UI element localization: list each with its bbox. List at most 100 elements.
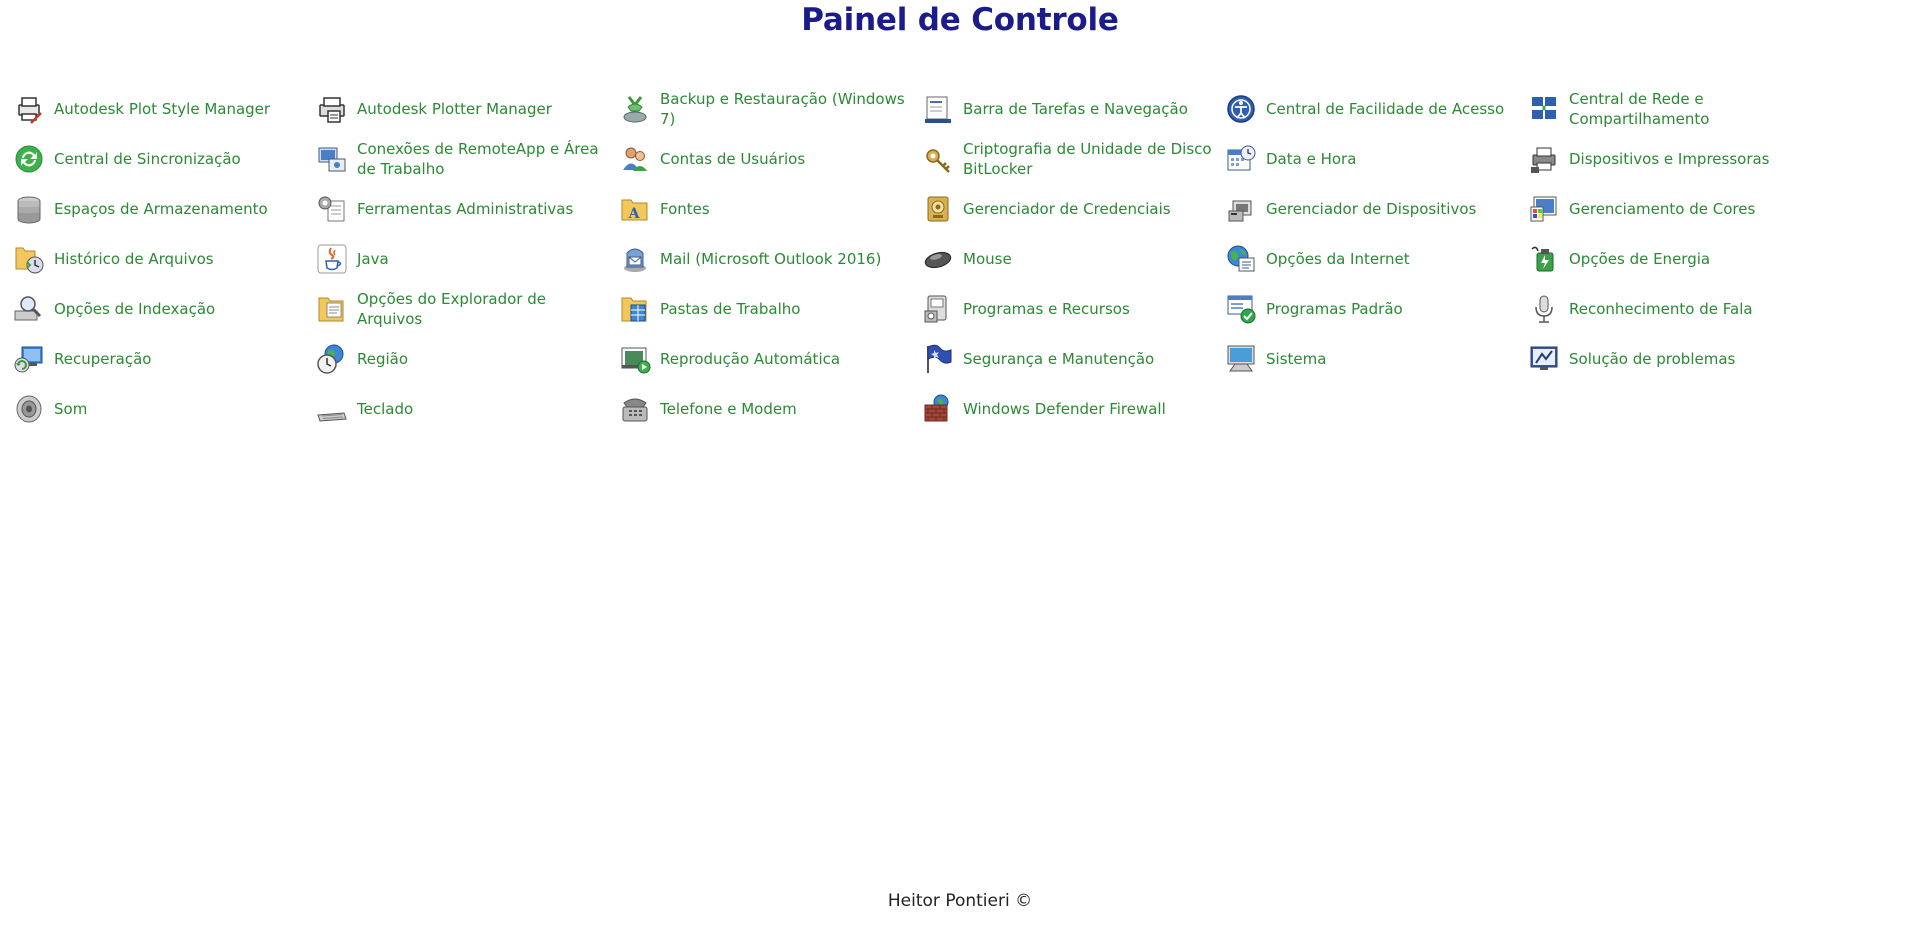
control-panel-item-label[interactable]: Data e Hora	[1266, 149, 1356, 169]
network-center-icon	[1527, 92, 1561, 126]
control-panel-item-label[interactable]: Barra de Tarefas e Navegação	[963, 99, 1188, 119]
control-panel-item-label[interactable]: Região	[357, 349, 408, 369]
control-panel-item-reconhecimento-de-fala[interactable]: Reconhecimento de Fala	[1527, 284, 1830, 334]
control-panel-item-label[interactable]: Histórico de Arquivos	[54, 249, 214, 269]
control-panel-item-ferramentas-administrativas[interactable]: Ferramentas Administrativas	[315, 184, 618, 234]
control-panel-item-label[interactable]: Gerenciamento de Cores	[1569, 199, 1755, 219]
control-panel-item-label[interactable]: Opções do Explorador de Arquivos	[357, 289, 608, 329]
control-panel-item-label[interactable]: Gerenciador de Credenciais	[963, 199, 1171, 219]
control-panel-item-dispositivos-e-impressoras[interactable]: Dispositivos e Impressoras	[1527, 134, 1830, 184]
control-panel-item-label[interactable]: Reprodução Automática	[660, 349, 840, 369]
control-panel-item-mouse[interactable]: Mouse	[921, 234, 1224, 284]
devices-printers-icon	[1527, 142, 1561, 176]
control-panel-item-central-de-facilidade-de-acesso[interactable]: Central de Facilidade de Acesso	[1224, 84, 1527, 134]
control-panel-item-label[interactable]: Backup e Restauração (Windows 7)	[660, 89, 911, 129]
control-panel-item-pastas-de-trabalho[interactable]: Pastas de Trabalho	[618, 284, 921, 334]
control-panel-item-autodesk-plot-style-manager[interactable]: Autodesk Plot Style Manager	[12, 84, 315, 134]
control-panel-item-backup-e-restauracao-windows-7[interactable]: Backup e Restauração (Windows 7)	[618, 84, 921, 134]
control-panel-item-fontes[interactable]: A Fontes	[618, 184, 921, 234]
control-panel-item-label[interactable]: Pastas de Trabalho	[660, 299, 800, 319]
control-panel-item-label[interactable]: Teclado	[357, 399, 413, 419]
control-panel-item-reproducao-automatica[interactable]: Reprodução Automática	[618, 334, 921, 384]
control-panel-item-contas-de-usuarios[interactable]: Contas de Usuários	[618, 134, 921, 184]
control-panel-item-label[interactable]: Segurança e Manutenção	[963, 349, 1154, 369]
control-panel-item-gerenciador-de-credenciais[interactable]: Gerenciador de Credenciais	[921, 184, 1224, 234]
control-panel-item-label[interactable]: Telefone e Modem	[660, 399, 797, 419]
work-folders-icon	[618, 292, 652, 326]
control-panel-item-seguranca-e-manutencao[interactable]: Segurança e Manutenção	[921, 334, 1224, 384]
microphone-icon	[1527, 292, 1561, 326]
control-panel-item-label[interactable]: Espaços de Armazenamento	[54, 199, 268, 219]
control-panel-item-label[interactable]: Autodesk Plot Style Manager	[54, 99, 270, 119]
control-panel-item-label[interactable]: Som	[54, 399, 87, 419]
control-panel-item-windows-defender-firewall[interactable]: Windows Defender Firewall	[921, 384, 1224, 434]
control-panel-item-gerenciamento-de-cores[interactable]: Gerenciamento de Cores	[1527, 184, 1830, 234]
admin-tools-icon	[315, 192, 349, 226]
control-panel-item-data-e-hora[interactable]: Data e Hora	[1224, 134, 1527, 184]
control-panel-item-label[interactable]: Criptografia de Unidade de Disco BitLock…	[963, 139, 1214, 179]
control-panel-item-autodesk-plotter-manager[interactable]: Autodesk Plotter Manager	[315, 84, 618, 134]
control-panel-item-opcoes-de-indexacao[interactable]: Opções de Indexação	[12, 284, 315, 334]
control-panel-item-opcoes-de-energia[interactable]: Opções de Energia	[1527, 234, 1830, 284]
speaker-icon	[12, 392, 46, 426]
control-panel-item-label[interactable]: Opções da Internet	[1266, 249, 1410, 269]
control-panel-item-label[interactable]: Central de Facilidade de Acesso	[1266, 99, 1504, 119]
control-panel-item-label[interactable]: Programas Padrão	[1266, 299, 1403, 319]
printer-pencil-icon	[12, 92, 46, 126]
control-panel-item-central-de-sincronizacao[interactable]: Central de Sincronização	[12, 134, 315, 184]
control-panel-item-central-de-rede-e-compartilhamento[interactable]: Central de Rede e Compartilhamento	[1527, 84, 1830, 134]
control-panel-item-mail-microsoft-outlook-2016[interactable]: Mail (Microsoft Outlook 2016)	[618, 234, 921, 284]
control-panel-item-label[interactable]: Solução de problemas	[1569, 349, 1735, 369]
control-panel-item-barra-de-tarefas-e-navegacao[interactable]: Barra de Tarefas e Navegação	[921, 84, 1224, 134]
control-panel-item-label[interactable]: Java	[357, 249, 389, 269]
control-panel-item-label[interactable]: Programas e Recursos	[963, 299, 1130, 319]
remoteapp-icon	[315, 142, 349, 176]
control-panel-item-teclado[interactable]: Teclado	[315, 384, 618, 434]
control-panel-item-gerenciador-de-dispositivos[interactable]: Gerenciador de Dispositivos	[1224, 184, 1527, 234]
control-panel-item-label[interactable]: Central de Rede e Compartilhamento	[1569, 89, 1820, 129]
control-panel-item-som[interactable]: Som	[12, 384, 315, 434]
page-title: Painel de Controle	[801, 2, 1119, 38]
control-panel-item-label[interactable]: Central de Sincronização	[54, 149, 241, 169]
control-panel-item-java[interactable]: Java	[315, 234, 618, 284]
control-panel-item-label[interactable]: Autodesk Plotter Manager	[357, 99, 552, 119]
control-panel-item-label[interactable]: Ferramentas Administrativas	[357, 199, 573, 219]
mail-icon	[618, 242, 652, 276]
autoplay-icon	[618, 342, 652, 376]
control-panel-item-conexoes-de-remoteapp-e-area-de-trabalho[interactable]: Conexões de RemoteApp e Área de Trabalho	[315, 134, 618, 184]
file-history-icon	[12, 242, 46, 276]
programs-features-icon	[921, 292, 955, 326]
footer-copyright: Heitor Pontieri ©	[887, 891, 1033, 911]
control-panel-item-label[interactable]: Dispositivos e Impressoras	[1569, 149, 1770, 169]
control-panel-item-label[interactable]: Contas de Usuários	[660, 149, 805, 169]
control-panel-item-opcoes-da-internet[interactable]: Opções da Internet	[1224, 234, 1527, 284]
phone-modem-icon	[618, 392, 652, 426]
control-panel-item-label[interactable]: Mail (Microsoft Outlook 2016)	[660, 249, 881, 269]
control-panel-item-label[interactable]: Reconhecimento de Fala	[1569, 299, 1753, 319]
control-panel-item-historico-de-arquivos[interactable]: Histórico de Arquivos	[12, 234, 315, 284]
power-options-icon	[1527, 242, 1561, 276]
sync-center-icon	[12, 142, 46, 176]
control-panel-item-label[interactable]: Opções de Energia	[1569, 249, 1710, 269]
control-panel-item-label[interactable]: Recuperação	[54, 349, 151, 369]
control-panel-item-solucao-de-problemas[interactable]: Solução de problemas	[1527, 334, 1830, 384]
control-panel-item-programas-padrao[interactable]: Programas Padrão	[1224, 284, 1527, 334]
control-panel-item-regiao[interactable]: Região	[315, 334, 618, 384]
calendar-clock-icon	[1224, 142, 1258, 176]
control-panel-item-label[interactable]: Conexões de RemoteApp e Área de Trabalho	[357, 139, 608, 179]
control-panel-item-label[interactable]: Windows Defender Firewall	[963, 399, 1166, 419]
control-panel-item-label[interactable]: Gerenciador de Dispositivos	[1266, 199, 1476, 219]
control-panel-item-label[interactable]: Fontes	[660, 199, 710, 219]
control-panel-item-label[interactable]: Opções de Indexação	[54, 299, 215, 319]
control-panel-item-recuperacao[interactable]: Recuperação	[12, 334, 315, 384]
security-flag-icon	[921, 342, 955, 376]
control-panel-item-label[interactable]: Mouse	[963, 249, 1012, 269]
control-panel-item-opcoes-do-explorador-de-arquivos[interactable]: Opções do Explorador de Arquivos	[315, 284, 618, 334]
control-panel-item-espacos-de-armazenamento[interactable]: Espaços de Armazenamento	[12, 184, 315, 234]
credential-manager-icon	[921, 192, 955, 226]
control-panel-item-label[interactable]: Sistema	[1266, 349, 1326, 369]
control-panel-item-programas-e-recursos[interactable]: Programas e Recursos	[921, 284, 1224, 334]
control-panel-item-criptografia-de-unidade-de-disco-bitlocker[interactable]: Criptografia de Unidade de Disco BitLock…	[921, 134, 1224, 184]
control-panel-item-telefone-e-modem[interactable]: Telefone e Modem	[618, 384, 921, 434]
control-panel-item-sistema[interactable]: Sistema	[1224, 334, 1527, 384]
